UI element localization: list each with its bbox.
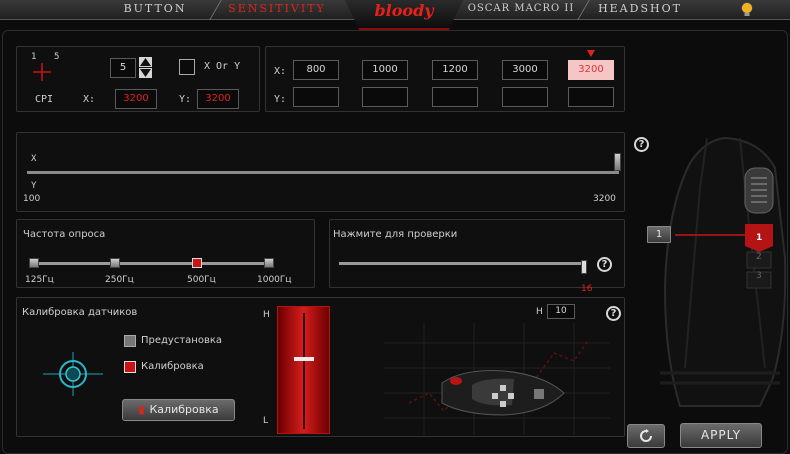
preset-y-5[interactable]	[568, 87, 614, 107]
logo-text: bloody	[374, 1, 434, 20]
preset-y-2[interactable]	[362, 87, 408, 107]
test-panel: Нажмите для проверки 16 ?	[329, 219, 625, 294]
tab-sensitivity[interactable]: Sensitivity	[222, 0, 332, 20]
polling-knob-125[interactable]	[29, 258, 39, 268]
calibrate-label: Калибровка	[141, 361, 204, 372]
sensor-l-label: L	[263, 416, 269, 426]
sensor-h-label: H	[263, 310, 270, 320]
polling-label-500: 500Гц	[187, 275, 216, 285]
test-knob[interactable]	[581, 260, 587, 274]
preset-y-1[interactable]	[293, 87, 339, 107]
crosshair-icon	[33, 63, 51, 81]
wheel-label-1: 1	[756, 233, 763, 243]
x-or-y-checkbox[interactable]	[179, 59, 195, 75]
sensor-scale	[303, 313, 305, 429]
preset-y-3[interactable]	[432, 87, 478, 107]
reset-button[interactable]	[627, 424, 665, 448]
spin-up-icon[interactable]	[139, 57, 152, 67]
polling-track	[34, 262, 270, 265]
preset-y-label: Y:	[274, 94, 287, 105]
x-or-y-label: X Or Y	[204, 61, 241, 72]
tab-button[interactable]: Button	[100, 0, 210, 20]
h-value-label: H	[536, 307, 543, 317]
calibrate-checkbox[interactable]	[124, 361, 136, 373]
slider-track[interactable]	[27, 171, 619, 174]
calibration-title: Калибровка датчиков	[22, 307, 138, 318]
h-value-input[interactable]: 10	[547, 304, 575, 319]
polling-knob-250[interactable]	[110, 258, 120, 268]
wheel-label-2: 2	[756, 252, 762, 262]
tab-separator	[209, 0, 222, 20]
cpi-y-value[interactable]: 3200	[197, 89, 239, 109]
slider-x-label: X	[31, 154, 37, 164]
polling-label-1000: 1000Гц	[257, 275, 292, 285]
axis-label-5: 5	[54, 52, 60, 62]
sensor-level-bar	[277, 306, 330, 434]
selected-marker-icon	[587, 50, 595, 57]
calibrate-button-label: Калибровка	[149, 403, 219, 416]
cpi-label: CPI	[35, 94, 54, 105]
preset-x-label: X:	[274, 66, 287, 77]
bloody-logo: bloody	[345, 0, 463, 30]
slider-knob[interactable]	[614, 153, 621, 171]
calibrate-button[interactable]: ▮ Калибровка	[122, 399, 235, 421]
slider-min-label: 100	[23, 194, 41, 204]
wheel-label-3: 3	[756, 271, 762, 281]
sensor-handle[interactable]	[294, 357, 314, 361]
preset-checkbox[interactable]	[124, 335, 136, 347]
polling-label-250: 250Гц	[105, 275, 134, 285]
calibrate-button-icon: ▮	[138, 403, 145, 416]
preset-x-3[interactable]: 1200	[432, 60, 478, 80]
mouse-side-image	[660, 136, 787, 407]
tab-headshot[interactable]: Headshot	[590, 0, 690, 20]
test-help-icon[interactable]: ?	[597, 257, 612, 272]
mouse-preview-image	[384, 323, 610, 435]
test-value: 16	[581, 284, 593, 294]
spin-down-icon[interactable]	[139, 68, 152, 78]
preset-x-4[interactable]: 3000	[502, 60, 548, 80]
preset-x-1[interactable]: 800	[293, 60, 339, 80]
tab-oscar-macro[interactable]: Oscar Macro II	[462, 0, 580, 20]
presets-panel: X: Y: 800 1000 1200 3000 3200	[265, 46, 625, 112]
polling-knob-500[interactable]	[192, 258, 202, 268]
cpi-panel: 1 5 5 X Or Y CPI X: 3200 Y: 3200	[16, 46, 260, 112]
polling-panel: Частота опроса 125Гц 250Гц 500Гц 1000Гц	[16, 219, 315, 288]
cpi-y-label: Y:	[179, 94, 192, 105]
test-track[interactable]	[339, 262, 585, 265]
level-input[interactable]: 5	[110, 58, 136, 78]
calibration-help-icon[interactable]: ?	[606, 306, 621, 321]
cpi-x-value[interactable]: 3200	[115, 89, 157, 109]
cpi-slider-panel: X Y 100 3200	[16, 132, 625, 212]
axis-label-1: 1	[31, 52, 37, 62]
side-key-badge[interactable]: 1	[647, 226, 671, 243]
preset-y-4[interactable]	[502, 87, 548, 107]
slider-y-label: Y	[31, 181, 37, 191]
cpi-x-label: X:	[83, 94, 96, 105]
polling-label-125: 125Гц	[25, 275, 54, 285]
preset-label: Предустановка	[141, 335, 223, 346]
test-title: Нажмите для проверки	[333, 229, 458, 240]
preset-x-5-selected[interactable]: 3200	[568, 60, 614, 80]
apply-button[interactable]: APPLY	[680, 423, 762, 448]
reset-icon	[640, 429, 652, 442]
sensor-target-icon	[43, 352, 103, 396]
polling-title: Частота опроса	[23, 229, 106, 240]
preset-x-2[interactable]: 1000	[362, 60, 408, 80]
slider-max-label: 3200	[593, 194, 616, 204]
polling-knob-1000[interactable]	[264, 258, 274, 268]
lightbulb-icon[interactable]	[740, 2, 754, 18]
